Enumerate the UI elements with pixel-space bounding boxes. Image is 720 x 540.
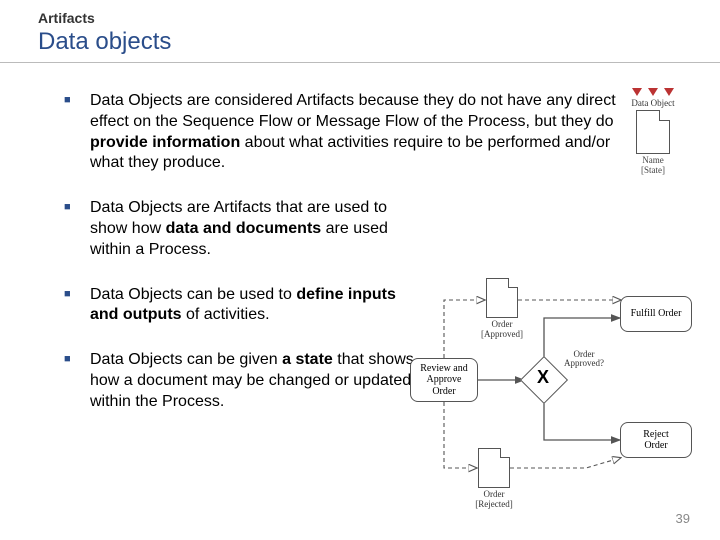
- document-icon: [636, 110, 670, 154]
- process-diagram: Order[Approved] Order[Rejected] Review a…: [406, 270, 706, 510]
- data-object-illustration: Data Object Name [State]: [614, 88, 692, 176]
- gateway-x-icon: X: [537, 367, 549, 388]
- bullet-2-bold: data and documents: [166, 220, 322, 237]
- task-review-approve-order: Review andApproveOrder: [410, 358, 478, 402]
- data-object-state: [State]: [614, 166, 692, 176]
- data-object-caption: Data Object: [614, 98, 692, 108]
- triangle-down-icon: [664, 88, 674, 96]
- caption-order-rejected: Order[Rejected]: [464, 490, 524, 510]
- bullet-4-bold: a state: [282, 351, 333, 368]
- data-object-order-rejected: [478, 448, 510, 488]
- bullet-4-text-pre: Data Objects can be given: [90, 351, 282, 368]
- gateway-label: OrderApproved?: [556, 350, 612, 369]
- bullet-2: Data Objects are Artifacts that are used…: [64, 198, 420, 260]
- section-label: Artifacts: [38, 10, 720, 26]
- bullet-1: Data Objects are considered Artifacts be…: [64, 91, 630, 174]
- triangle-down-icon: [632, 88, 642, 96]
- slide-root: Artifacts Data objects Data Objects are …: [0, 0, 720, 540]
- data-object-order-approved: [486, 278, 518, 318]
- bullet-3-text-pre: Data Objects can be used to: [90, 286, 296, 303]
- task-fulfill-order: Fulfill Order: [620, 296, 692, 332]
- slide-header: Artifacts Data objects: [0, 0, 720, 56]
- bullet-1-bold: provide information: [90, 134, 240, 151]
- slide-title: Data objects: [38, 28, 720, 56]
- page-number: 39: [676, 511, 690, 526]
- bullet-3-text-post: of activities.: [182, 306, 270, 323]
- task-reject-order: RejectOrder: [620, 422, 692, 458]
- arrow-trio: [614, 88, 692, 96]
- caption-order-approved: Order[Approved]: [472, 320, 532, 340]
- bullet-1-text-pre: Data Objects are considered Artifacts be…: [90, 92, 616, 130]
- bullet-3: Data Objects can be used to define input…: [64, 285, 420, 327]
- triangle-down-icon: [648, 88, 658, 96]
- bullet-4: Data Objects can be given a state that s…: [64, 350, 420, 412]
